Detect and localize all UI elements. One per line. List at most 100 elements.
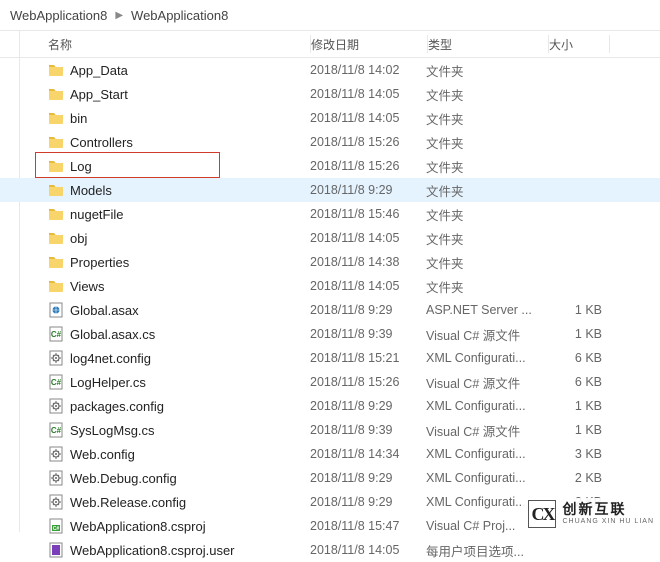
- file-row[interactable]: obj 2018/11/8 14:05文件夹: [0, 226, 660, 250]
- file-date: 2018/11/8 15:26: [310, 159, 426, 173]
- file-type: 文件夹: [426, 205, 546, 224]
- file-type: 文件夹: [426, 181, 546, 200]
- file-date: 2018/11/8 9:39: [310, 327, 426, 341]
- file-date: 2018/11/8 14:05: [310, 231, 426, 245]
- file-row[interactable]: App_Start2018/11/8 14:05文件夹: [0, 82, 660, 106]
- file-date: 2018/11/8 15:46: [310, 207, 426, 221]
- file-name: SysLogMsg.cs: [70, 423, 155, 438]
- file-type: 文件夹: [426, 61, 546, 80]
- file-row[interactable]: bin 2018/11/8 14:05文件夹: [0, 106, 660, 130]
- file-type: 文件夹: [426, 109, 546, 128]
- watermark-logo-icon: CX: [528, 500, 556, 528]
- cs-icon: C#: [48, 422, 64, 438]
- file-type: Visual C# 源文件: [426, 373, 546, 392]
- file-row[interactable]: log4net.config2018/11/8 15:21XML Configu…: [0, 346, 660, 370]
- file-name: WebApplication8.csproj: [70, 519, 206, 534]
- file-row[interactable]: nugetFile 2018/11/8 15:46文件夹: [0, 202, 660, 226]
- file-date: 2018/11/8 9:29: [310, 471, 426, 485]
- file-date: 2018/11/8 14:05: [310, 87, 426, 101]
- folder-icon: [48, 62, 64, 78]
- file-size: 2 KB: [546, 471, 606, 485]
- file-size: 3 KB: [546, 447, 606, 461]
- file-type: 文件夹: [426, 229, 546, 248]
- file-name: Controllers: [70, 135, 133, 150]
- file-name: Global.asax.cs: [70, 327, 155, 342]
- file-row[interactable]: WebApplication8.csproj.user2018/11/8 14:…: [0, 538, 660, 562]
- file-row[interactable]: Controllers 2018/11/8 15:26文件夹: [0, 130, 660, 154]
- file-name: Global.asax: [70, 303, 139, 318]
- watermark: CX 创新互联 CHUANG XIN HU LIAN: [522, 498, 660, 530]
- file-type: ASP.NET Server ...: [426, 303, 546, 317]
- file-date: 2018/11/8 9:29: [310, 399, 426, 413]
- file-row[interactable]: Global.asax 2018/11/8 9:29ASP.NET Server …: [0, 298, 660, 322]
- config-icon: [48, 494, 64, 510]
- file-name: log4net.config: [70, 351, 151, 366]
- file-date: 2018/11/8 15:26: [310, 135, 426, 149]
- file-name: Web.config: [70, 447, 135, 462]
- file-date: 2018/11/8 9:29: [310, 183, 426, 197]
- file-row[interactable]: Models2018/11/8 9:29文件夹: [0, 178, 660, 202]
- file-row[interactable]: Properties2018/11/8 14:38文件夹: [0, 250, 660, 274]
- header-size[interactable]: 大小: [549, 36, 609, 53]
- svg-text:C#: C#: [51, 378, 62, 387]
- asax-icon: [48, 302, 64, 318]
- file-row[interactable]: C# SysLogMsg.cs 2018/11/8 9:39Visual C# 源文…: [0, 418, 660, 442]
- file-row[interactable]: Web.config2018/11/8 14:34XML Configurati…: [0, 442, 660, 466]
- svg-text:C#: C#: [51, 426, 62, 435]
- breadcrumb-item-2[interactable]: WebApplication8: [131, 8, 228, 23]
- file-name: App_Start: [70, 87, 128, 102]
- file-type: 文件夹: [426, 157, 546, 176]
- file-date: 2018/11/8 15:26: [310, 375, 426, 389]
- breadcrumb[interactable]: WebApplication8 ▶ WebApplication8: [0, 0, 660, 30]
- watermark-text-small: CHUANG XIN HU LIAN: [562, 518, 654, 526]
- file-date: 2018/11/8 14:34: [310, 447, 426, 461]
- file-row[interactable]: Views2018/11/8 14:05文件夹: [0, 274, 660, 298]
- user-icon: [48, 542, 64, 558]
- config-icon: [48, 446, 64, 462]
- header-name[interactable]: 名称: [0, 36, 310, 53]
- file-size: 6 KB: [546, 375, 606, 389]
- file-type: XML Configurati...: [426, 471, 546, 485]
- cs-icon: C#: [48, 374, 64, 390]
- file-row[interactable]: Log2018/11/8 15:26文件夹: [0, 154, 660, 178]
- file-name: bin: [70, 111, 87, 126]
- file-row[interactable]: App_Data 2018/11/8 14:02文件夹: [0, 58, 660, 82]
- file-date: 2018/11/8 9:29: [310, 303, 426, 317]
- header-date[interactable]: 修改日期: [311, 36, 427, 53]
- file-name: LogHelper.cs: [70, 375, 146, 390]
- file-name: Web.Debug.config: [70, 471, 177, 486]
- svg-text:C#: C#: [51, 330, 62, 339]
- file-name: App_Data: [70, 63, 128, 78]
- file-name: WebApplication8.csproj.user: [70, 543, 235, 558]
- file-type: 文件夹: [426, 253, 546, 272]
- file-size: 1 KB: [546, 303, 606, 317]
- folder-icon: [48, 86, 64, 102]
- file-name: Views: [70, 279, 104, 294]
- folder-icon: [48, 158, 64, 174]
- config-icon: [48, 398, 64, 414]
- file-name: obj: [70, 231, 87, 246]
- file-name: nugetFile: [70, 207, 123, 222]
- breadcrumb-item-1[interactable]: WebApplication8: [10, 8, 107, 23]
- file-row[interactable]: C# LogHelper.cs 2018/11/8 15:26Visual C# 源…: [0, 370, 660, 394]
- file-type: Visual C# 源文件: [426, 421, 546, 440]
- file-date: 2018/11/8 14:05: [310, 111, 426, 125]
- file-date: 2018/11/8 14:38: [310, 255, 426, 269]
- file-type: 文件夹: [426, 133, 546, 152]
- cs-icon: C#: [48, 326, 64, 342]
- file-row[interactable]: C# Global.asax.cs 2018/11/8 9:39Visual C# …: [0, 322, 660, 346]
- file-date: 2018/11/8 9:29: [310, 495, 426, 509]
- file-size: 6 KB: [546, 351, 606, 365]
- header-type[interactable]: 类型: [428, 36, 548, 53]
- file-date: 2018/11/8 14:05: [310, 279, 426, 293]
- column-headers: 名称 修改日期 类型 大小: [0, 30, 660, 58]
- watermark-text-large: 创新互联: [562, 502, 654, 517]
- file-date: 2018/11/8 15:21: [310, 351, 426, 365]
- file-type: Visual C# 源文件: [426, 325, 546, 344]
- file-type: XML Configurati...: [426, 399, 546, 413]
- file-date: 2018/11/8 14:02: [310, 63, 426, 77]
- file-row[interactable]: Web.Debug.config 2018/11/8 9:29XML Config…: [0, 466, 660, 490]
- file-date: 2018/11/8 9:39: [310, 423, 426, 437]
- file-row[interactable]: packages.config2018/11/8 9:29XML Configu…: [0, 394, 660, 418]
- folder-icon: [48, 254, 64, 270]
